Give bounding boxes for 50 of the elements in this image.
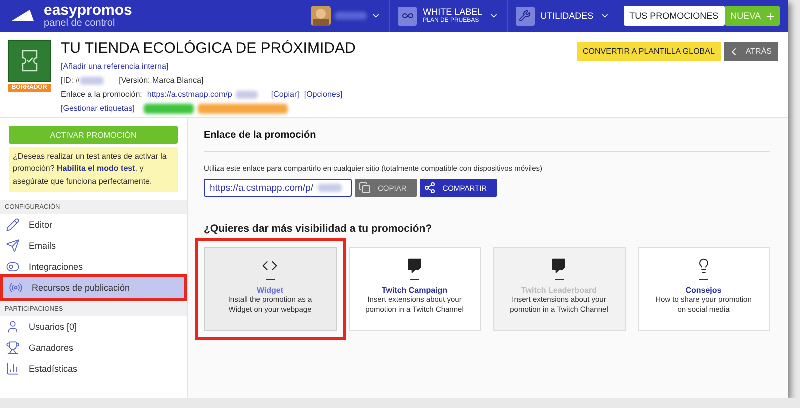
- ticket-icon: [8, 40, 51, 82]
- sidebar-item[interactable]: Emails: [0, 235, 187, 256]
- card-title: Twitch Campaign: [382, 286, 448, 295]
- promotions-button[interactable]: TUS PROMOCIONES: [624, 6, 725, 26]
- blurred-tag: [144, 104, 194, 114]
- copy-icon: [359, 182, 371, 194]
- user-icon: [6, 320, 20, 334]
- wrench-icon: [516, 6, 535, 26]
- promotion-title: TU TIENDA ECOLÓGICA DE PRÓXIMIDAD: [61, 40, 356, 57]
- paper-plane-icon: [6, 238, 20, 253]
- section-heading: Enlace de la promoción: [204, 130, 770, 152]
- broadcast-icon: [9, 280, 23, 295]
- reference-link[interactable]: [Añadir una referencia interna]: [61, 62, 169, 71]
- promotion-link[interactable]: https://a.cstmapp.com/p: [147, 90, 232, 99]
- link-label: Enlace a la promoción:: [61, 90, 142, 99]
- options-link[interactable]: [Opciones]: [304, 90, 343, 99]
- pencil-icon: [6, 218, 20, 232]
- sidebar-item[interactable]: Recursos de publicación: [3, 277, 184, 298]
- copy-link[interactable]: [Copiar]: [271, 90, 300, 99]
- share-icon: [424, 182, 436, 194]
- plan-name[interactable]: WHITE LABEL: [423, 8, 483, 18]
- tags-link[interactable]: [Gestionar etiquetas]: [61, 104, 135, 113]
- bar-chart-icon: [6, 362, 20, 376]
- utilities-menu[interactable]: UTILIDADES: [540, 11, 594, 21]
- logo-icon: [10, 9, 36, 23]
- blurred-account-name: [335, 12, 368, 20]
- card-title: Widget: [256, 286, 284, 295]
- section-heading: ¿Quieres dar más visibilidad a tu promoción?: [204, 223, 434, 235]
- chat-bubble-icon: [551, 258, 568, 274]
- blurred-link-id: [236, 90, 258, 98]
- sidebar-item[interactable]: Integraciones: [0, 256, 187, 278]
- plus-icon: [765, 10, 776, 22]
- brand-name: easypromos: [44, 3, 132, 18]
- card-title: Consejos: [686, 286, 722, 295]
- sidebar-item[interactable]: Usuarios [0]: [0, 316, 187, 338]
- convert-template-button[interactable]: CONVERTIR A PLANTILLA GLOBAL: [577, 42, 721, 61]
- back-button[interactable]: ATRÁS: [724, 42, 778, 61]
- version-label: [Versión: Marca Blanca]: [119, 76, 204, 85]
- trophy-icon: [6, 340, 20, 355]
- chat-bubble-icon: [406, 258, 423, 274]
- sidebar-item[interactable]: Editor: [0, 214, 187, 236]
- url-field[interactable]: https://a.cstmapp.com/p/: [204, 179, 352, 197]
- brand-subtitle: panel de control: [44, 19, 116, 29]
- test-mode-notice: ¿Deseas realizar un test antes de activar la promoción? Habilita el modo test, y asegúrate que funciona perfectamente.: [9, 147, 178, 192]
- blurred-id: [80, 76, 104, 84]
- id-label: [ID: #: [61, 76, 80, 85]
- infinity-icon: [398, 6, 418, 26]
- sidebar-item[interactable]: Estadísticas: [0, 358, 187, 380]
- toggle-icon: [6, 260, 20, 274]
- sidebar-item[interactable]: Ganadores: [0, 337, 187, 358]
